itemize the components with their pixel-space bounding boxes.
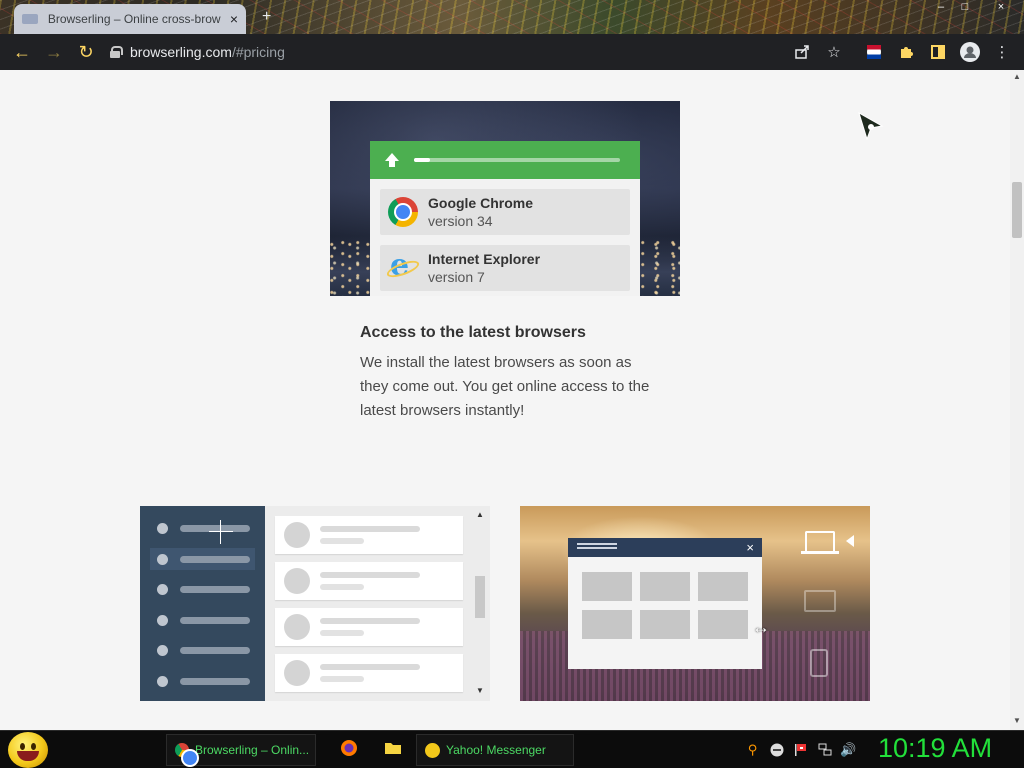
browser-version: version 34 [428,213,493,229]
phone-icon [810,649,828,677]
scroll-down-icon[interactable]: ▼ [1012,716,1022,726]
flag-icon[interactable] [793,742,808,757]
mock-tile [640,610,690,639]
selected-pointer-icon [846,535,854,547]
url-path: /#pricing [231,44,285,60]
account-avatar-icon[interactable] [960,42,980,62]
mock-tile [698,610,748,639]
update-progress-bar [370,141,640,179]
mock-sidebar-item [150,609,255,631]
mock-scrollbar: ▲ ▼ [474,510,486,698]
chrome-icon [175,743,197,765]
folder-icon[interactable] [384,739,402,757]
reload-icon[interactable]: ↻ [70,36,102,68]
lock-icon[interactable] [110,46,123,58]
back-icon[interactable]: ← [6,36,38,68]
feature-description: We install the latest browsers as soon a… [360,354,650,419]
page-content: Google Chrome version 34 e Internet Expl… [0,70,1010,730]
mock-sidebar-item [150,517,255,539]
mock-close-icon: × [746,540,754,555]
internet-explorer-icon: e [384,251,422,283]
profile-flag-icon[interactable] [864,42,884,62]
start-smiley-button[interactable] [8,732,48,768]
feature-heading: Access to the latest browsers [360,324,586,341]
mock-sidebar-item-active [150,548,255,570]
mock-window: × [568,538,762,669]
browser-item-chrome: Google Chrome version 34 [380,189,630,235]
favicon-icon [22,14,38,24]
firefox-icon[interactable] [340,739,358,757]
browser-update-panel: Google Chrome version 34 e Internet Expl… [370,141,640,296]
network-icon[interactable] [817,742,832,757]
mock-list-card [275,608,463,646]
mock-sidebar-item [150,639,255,661]
page-scrollbar[interactable]: ▲ ▼ [1010,70,1024,730]
mock-tile [582,572,632,601]
scroll-up-icon[interactable]: ▲ [1012,72,1022,82]
scroll-down-arrow-icon: ▼ [476,686,484,695]
browser-version: version 7 [428,269,485,285]
scrollbar-thumb[interactable] [1012,182,1022,238]
mock-list-card [275,562,463,600]
mock-list-card [275,654,463,692]
tab-close-button[interactable]: × [230,11,238,27]
tablet-icon [804,590,836,612]
mock-tile [582,610,632,639]
mock-list-card [275,516,463,554]
taskbar-item-browserling[interactable]: Browserling – Onlin... [166,734,316,766]
yahoo-messenger-icon [425,742,440,758]
address-bar[interactable]: browserling.com/#pricing [110,38,850,66]
close-window-button[interactable]: × [990,0,1012,16]
scroll-up-arrow-icon: ▲ [476,510,484,519]
taskbar-item-yahoo-messenger[interactable]: Yahoo! Messenger [416,734,574,766]
laptop-base [801,551,839,554]
mouse-pointer-icon [858,111,884,141]
messenger-status-icon[interactable] [769,742,784,757]
menu-kebab-icon[interactable]: ⋮ [992,42,1012,62]
forward-icon[interactable]: → [38,36,70,68]
progress-track [414,158,620,162]
browser-item-ie: e Internet Explorer version 7 [380,245,630,291]
hamburger-icon [577,543,617,551]
browser-name: Internet Explorer [428,251,541,267]
maximize-button[interactable]: □ [954,0,976,16]
taskbar-item-label: Yahoo! Messenger [446,743,546,757]
mock-sidebar-item [150,578,255,600]
tab-strip: Browserling – Online cross-brow × + – □ … [0,0,1024,34]
responsive-devices-illustration: × [520,506,870,701]
mock-window-titlebar: × [568,538,762,557]
chrome-icon [388,197,418,227]
mock-sidebar-item [150,670,255,692]
bookmark-star-icon[interactable]: ☆ [824,42,844,62]
mock-tile [698,572,748,601]
taskbar-item-label: Browserling – Onlin... [195,743,310,757]
side-panel-icon[interactable] [928,42,948,62]
search-icon[interactable]: ⚲ [745,742,760,757]
browser-name: Google Chrome [428,195,534,211]
new-tab-button[interactable]: + [262,8,271,26]
share-icon[interactable] [792,42,812,62]
tab-title: Browserling – Online cross-brow [47,12,221,26]
taskbar: Browserling – Onlin... Yahoo! Messenger … [0,730,1024,768]
mock-tile [640,572,690,601]
progress-fill [414,158,431,162]
tab-browserling[interactable]: Browserling – Online cross-brow × [14,4,246,34]
mock-sidebar [140,506,265,701]
upload-arrow-icon [385,153,399,167]
resize-cursor-icon: ↔ [752,617,770,637]
browser-update-illustration: Google Chrome version 34 e Internet Expl… [330,101,680,296]
laptop-icon [805,531,835,551]
browser-toolbar: ← → ↻ browserling.com/#pricing ☆ ⋮ [0,34,1024,70]
crosshair-cursor-icon [209,520,233,544]
app-ui-illustration: ▲ ▼ [140,506,490,701]
volume-icon[interactable]: 🔊 [840,742,856,757]
minimize-button[interactable]: – [930,0,952,16]
extensions-puzzle-icon[interactable] [896,42,916,62]
taskbar-clock[interactable]: 10:19 AM [878,733,992,764]
url-host: browserling.com [130,44,232,60]
